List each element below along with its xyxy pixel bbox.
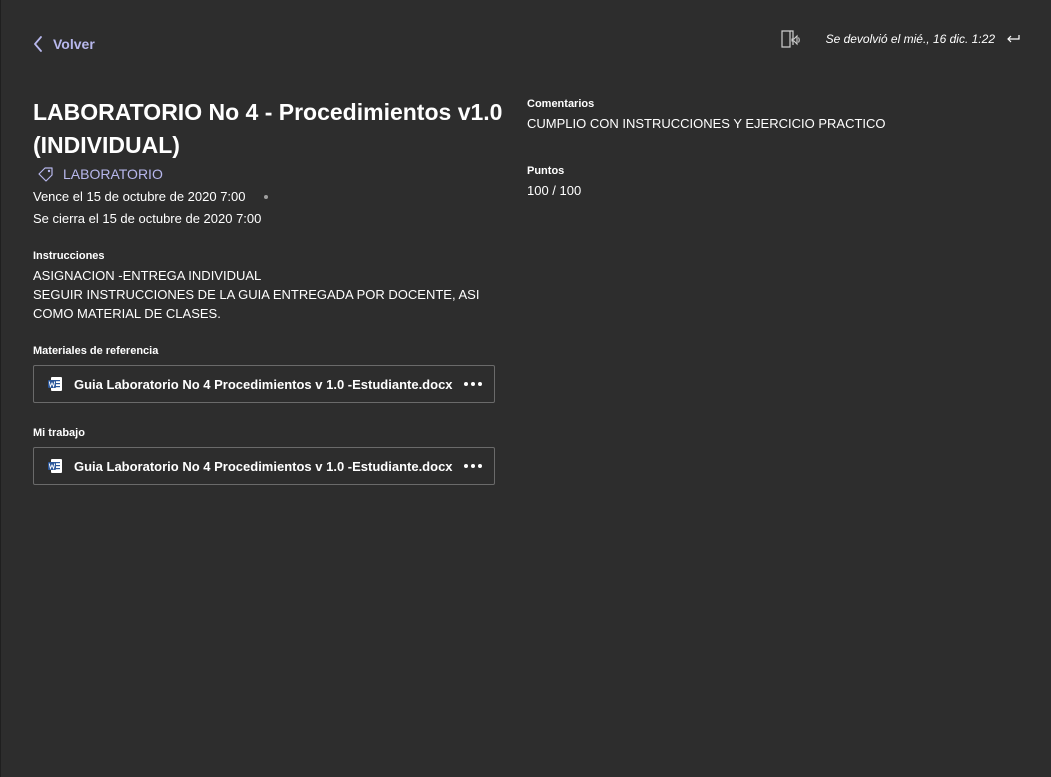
more-options-icon[interactable] [454,376,484,392]
points-value: 100 / 100 [527,183,582,198]
due-date: Vence el 15 de octubre de 2020 7:00 [33,189,246,204]
immersive-reader-icon[interactable] [780,29,802,49]
points-label: Puntos [527,165,565,177]
reference-materials-label: Materiales de referencia [33,345,159,357]
close-date: Se cierra el 15 de octubre de 2020 7:00 [33,211,262,226]
my-work-file-name: Guia Laboratorio No 4 Procedimientos v 1… [74,458,453,474]
header-status: Se devolvió el mié., 16 dic. 1:22 [780,29,1021,49]
reference-file-name: Guia Laboratorio No 4 Procedimientos v 1… [74,376,453,392]
comments-text: CUMPLIO CON INSTRUCCIONES Y EJERCICIO PR… [527,116,886,131]
tag-icon [38,167,53,182]
reference-file-card[interactable]: Guia Laboratorio No 4 Procedimientos v 1… [33,365,495,403]
close-date-row: Se cierra el 15 de octubre de 2020 7:00 [33,208,503,230]
back-label: Volver [53,36,95,52]
category-tag: LABORATORIO [33,166,503,182]
more-options-icon[interactable] [454,458,484,474]
back-button[interactable]: Volver [33,36,95,52]
instructions-label: Instrucciones [33,250,105,262]
my-work-label: Mi trabajo [33,427,85,439]
page-title: LABORATORIO No 4 - Procedimientos v1.0 (… [33,99,503,158]
feedback-panel: Comentarios CUMPLIO CON INSTRUCCIONES Y … [527,98,1007,200]
returned-status: Se devolvió el mié., 16 dic. 1:22 [825,32,995,46]
return-arrow-icon [1007,35,1020,43]
tag-label: LABORATORIO [63,166,163,182]
chevron-left-icon [34,36,42,52]
assignment-details: LABORATORIO No 4 - Procedimientos v1.0 (… [33,96,503,485]
comments-label: Comentarios [527,98,595,110]
instructions-text: ASIGNACION -ENTREGA INDIVIDUAL SEGUIR IN… [33,268,480,321]
due-date-row: Vence el 15 de octubre de 2020 7:00 [33,186,503,208]
my-work-file-card[interactable]: Guia Laboratorio No 4 Procedimientos v 1… [33,447,495,485]
word-file-icon [48,377,62,391]
separator-dot [263,195,268,199]
word-file-icon [48,459,62,473]
